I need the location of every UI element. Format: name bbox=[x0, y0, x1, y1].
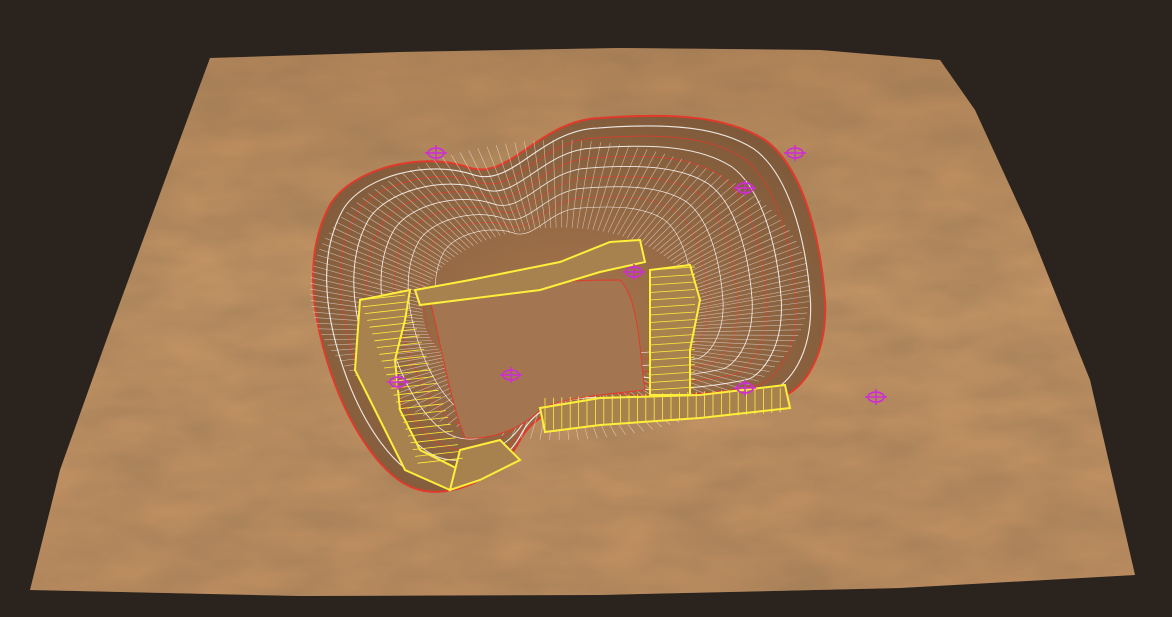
3d-viewport[interactable] bbox=[0, 0, 1172, 617]
terrain-scene[interactable] bbox=[0, 0, 1172, 617]
